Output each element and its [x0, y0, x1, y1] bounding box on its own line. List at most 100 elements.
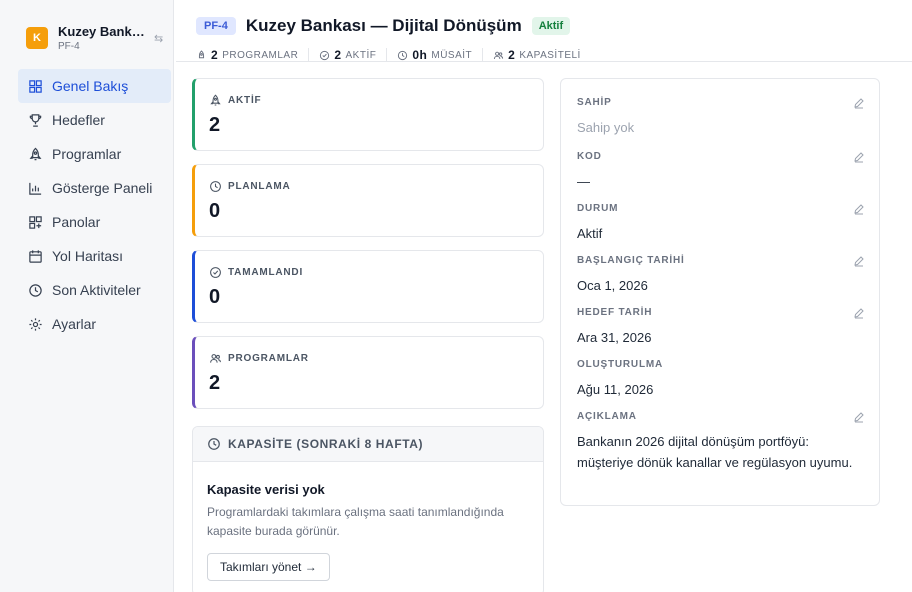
stat-capacity: 2 KAPASİTELİ	[493, 48, 591, 62]
users-icon	[210, 354, 221, 363]
sidebar-item-label: Son Aktiviteler	[52, 282, 141, 298]
kpi-card-active[interactable]: AKTİF 2	[192, 78, 544, 151]
workspace-key: PF-4	[58, 41, 80, 52]
sidebar-item-label: Panolar	[52, 214, 101, 230]
check-circle-icon	[320, 50, 330, 60]
field-value: Aktif	[577, 226, 603, 241]
kpi-label: AKTİF	[228, 95, 262, 106]
sidebar-item-label: Yol Haritası	[52, 248, 124, 264]
field-target-date: HEDEF TARİH Ara 31, 2026	[577, 307, 865, 348]
sidebar-nav: Genel Bakış Hedefler Programlar Gösterge…	[18, 69, 171, 341]
pencil-icon[interactable]	[853, 307, 865, 319]
kpi-card-programs[interactable]: PROGRAMLAR 2	[192, 336, 544, 409]
kpi-value: 2	[209, 114, 221, 136]
clock-icon	[29, 283, 42, 297]
pencil-icon[interactable]	[853, 203, 865, 215]
field-label: DURUM	[577, 203, 619, 214]
field-label: BAŞLANGIÇ TARİHİ	[577, 255, 685, 266]
sidebar-item-label: Hedefler	[52, 112, 105, 128]
field-status: DURUM Aktif	[577, 203, 865, 244]
header-stats: 2 PROGRAMLAR 2 AKTİF 0h MÜSAİT 2 KAPASİT…	[196, 48, 601, 62]
kpi-label-row: PLANLAMA	[209, 180, 291, 193]
main-content: AKTİF 2 PLANLAMA 0 TAMAMLANDI 0 PROGRAML…	[176, 62, 912, 592]
rocket-icon	[210, 94, 221, 106]
empty-state-title: Kapasite verisi yok	[207, 482, 325, 497]
manage-teams-button[interactable]: Takımları yönet →	[207, 553, 330, 581]
stat-label: AKTİF	[345, 49, 377, 61]
stat-value: 2	[211, 48, 219, 62]
sidebar: K Kuzey Bankası PF-4 ⇆ Genel Bakış Hedef…	[0, 0, 174, 592]
kpi-card-completed[interactable]: TAMAMLANDI 0	[192, 250, 544, 323]
field-label: HEDEF TARİH	[577, 307, 653, 318]
pencil-icon[interactable]	[853, 151, 865, 163]
clock-icon	[210, 181, 221, 192]
portfolio-key-badge: PF-4	[196, 17, 236, 35]
empty-state-description: Programlardaki takımlara çalışma saati t…	[207, 505, 504, 538]
kpi-label-row: TAMAMLANDI	[209, 266, 303, 279]
field-value: —	[577, 174, 590, 189]
field-created: OLUŞTURULMA Ağu 11, 2026	[577, 359, 865, 400]
clock-icon	[208, 438, 220, 450]
details-panel: SAHİP Sahip yok KOD — DURUM Aktif BAŞLAN…	[560, 78, 880, 506]
field-label: KOD	[577, 151, 602, 162]
capacity-title: KAPASİTE (SONRAKİ 8 HAFTA)	[228, 437, 424, 451]
workspace-switcher[interactable]: K Kuzey Bankası PF-4 ⇆	[16, 16, 172, 60]
sidebar-item-roadmap[interactable]: Yol Haritası	[18, 239, 171, 273]
workspace-text: Kuzey Bankası PF-4	[58, 24, 148, 52]
check-circle-icon	[210, 267, 221, 278]
header-title-row: PF-4 Kuzey Bankası — Dijital Dönüşüm Akt…	[196, 16, 571, 36]
field-value: Ağu 11, 2026	[577, 382, 654, 397]
pencil-icon[interactable]	[853, 255, 865, 267]
field-owner: SAHİP Sahip yok	[577, 97, 865, 138]
field-value: Oca 1, 2026	[577, 278, 648, 293]
field-value: Ara 31, 2026	[577, 330, 652, 345]
stat-label: KAPASİTELİ	[519, 49, 581, 61]
kpi-label: PROGRAMLAR	[228, 353, 309, 364]
sidebar-item-boards[interactable]: Panolar	[18, 205, 171, 239]
page-header: PF-4 Kuzey Bankası — Dijital Dönüşüm Akt…	[176, 0, 912, 62]
pencil-icon[interactable]	[853, 411, 865, 423]
status-badge: Aktif	[531, 17, 571, 35]
field-value: Sahip yok	[577, 120, 635, 135]
sidebar-item-label: Genel Bakış	[52, 78, 129, 94]
gear-icon	[29, 317, 42, 331]
stat-value: 2	[508, 48, 516, 62]
kpi-label: TAMAMLANDI	[228, 267, 304, 278]
field-code: KOD —	[577, 151, 865, 192]
field-description: AÇIKLAMA Bankanın 2026 dijital dönüşüm p…	[577, 411, 865, 473]
sidebar-item-label: Ayarlar	[52, 316, 97, 332]
kpi-value: 0	[209, 286, 221, 308]
stat-value: 2	[334, 48, 342, 62]
sidebar-item-overview[interactable]: Genel Bakış	[18, 69, 171, 103]
sidebar-item-label: Programlar	[52, 146, 122, 162]
page-title: Kuzey Bankası — Dijital Dönüşüm	[245, 16, 522, 35]
stat-programs: 2 PROGRAMLAR	[196, 48, 310, 62]
trophy-icon	[29, 113, 42, 127]
field-label: OLUŞTURULMA	[577, 359, 664, 370]
stat-label: MÜSAİT	[431, 49, 473, 61]
sidebar-item-settings[interactable]: Ayarlar	[18, 307, 171, 341]
sidebar-item-dashboard[interactable]: Gösterge Paneli	[18, 171, 171, 205]
rocket-icon	[198, 49, 205, 58]
field-label: AÇIKLAMA	[577, 411, 637, 422]
field-label: SAHİP	[577, 97, 612, 108]
capacity-panel: KAPASİTE (SONRAKİ 8 HAFTA) Kapasite veri…	[192, 426, 544, 592]
bar-chart-icon	[29, 182, 42, 195]
sidebar-item-activity[interactable]: Son Aktiviteler	[18, 273, 171, 307]
workspace-avatar: K	[26, 27, 48, 49]
stat-active: 2 AKTİF	[319, 48, 388, 62]
sidebar-item-programs[interactable]: Programlar	[18, 137, 171, 171]
calendar-icon	[29, 249, 42, 263]
workspace-name: Kuzey Bankası	[58, 24, 148, 39]
pencil-icon[interactable]	[853, 97, 865, 109]
kpi-value: 2	[209, 372, 221, 394]
sidebar-item-goals[interactable]: Hedefler	[18, 103, 171, 137]
sidebar-item-label: Gösterge Paneli	[52, 180, 153, 196]
stat-value: 0h	[412, 48, 428, 62]
switch-icon[interactable]: ⇆	[154, 32, 163, 45]
rocket-icon	[29, 147, 42, 160]
grid-icon	[29, 79, 42, 93]
kpi-card-planning[interactable]: PLANLAMA 0	[192, 164, 544, 237]
kpi-label-row: AKTİF	[209, 94, 261, 107]
board-icon	[29, 215, 42, 229]
